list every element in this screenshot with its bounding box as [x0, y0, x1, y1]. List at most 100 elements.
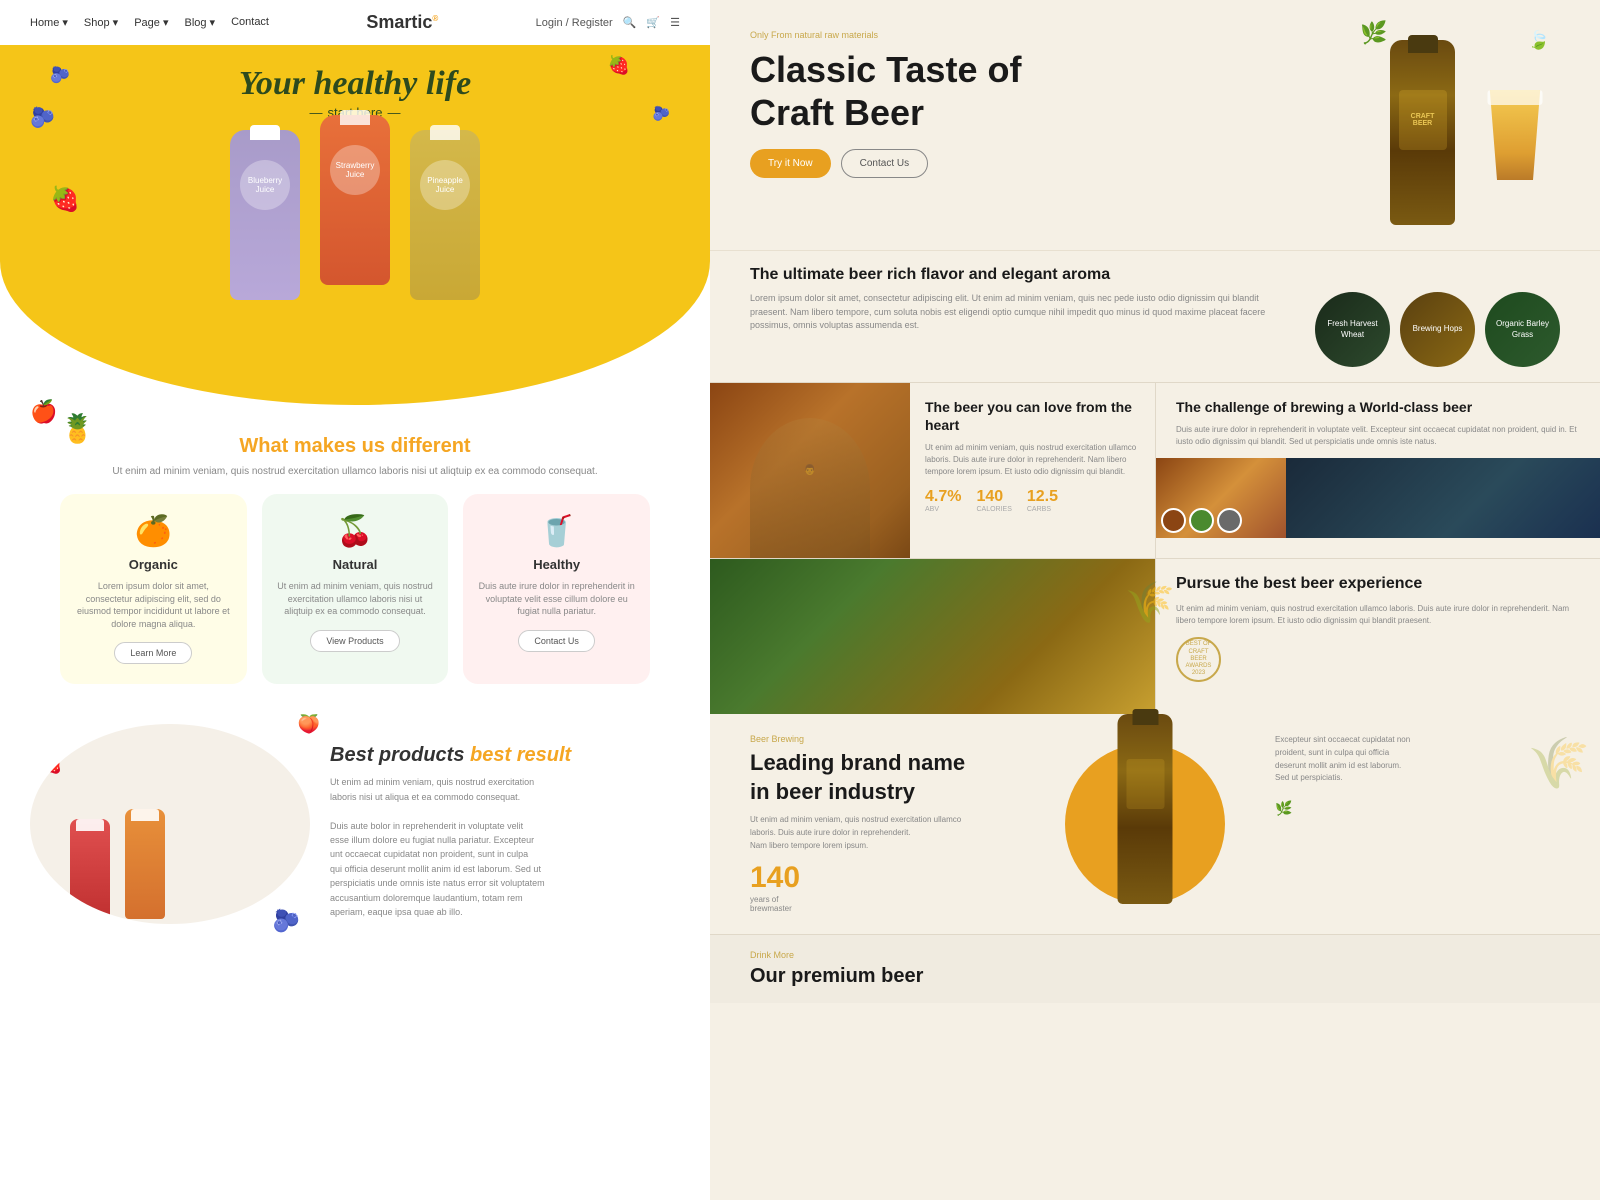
- blueberry-decor3: 🫐: [653, 105, 670, 122]
- leading-section: Beer Brewing Leading brand namein beer i…: [710, 714, 1600, 934]
- premium-label: Drink More: [750, 950, 1560, 960]
- beer-hero: Only From natural raw materials Classic …: [710, 0, 1600, 250]
- leading-stat-label: years of brewmaster: [750, 895, 1035, 913]
- premium-title: Our premium beer: [750, 965, 1560, 988]
- nav-shop[interactable]: Shop ▾: [84, 16, 118, 29]
- strawberry-decor3: 🍓: [40, 754, 62, 775]
- wheat-decor-leading: 🌾: [1528, 734, 1590, 793]
- beer-card-love: 👨 The beer you can love from the heart U…: [710, 382, 1155, 558]
- beer-hero-image: 🌿 🍃 CRAFTBEER: [1340, 30, 1560, 230]
- organic-icon: 🍊: [75, 514, 232, 549]
- beer-top-image: 🌾: [710, 559, 1155, 714]
- hop-decor-2: 🍃: [1528, 30, 1550, 51]
- beer-hero-text: Only From natural raw materials Classic …: [750, 30, 1340, 230]
- healthy-desc: Duis aute irure dolor in reprehenderit i…: [478, 580, 635, 618]
- flavor-text: Lorem ipsum dolor sit amet, consectetur …: [750, 292, 1295, 333]
- login-link[interactable]: Login / Register: [536, 17, 613, 29]
- try-now-button[interactable]: Try it Now: [750, 149, 831, 178]
- nav-page[interactable]: Page ▾: [134, 16, 168, 29]
- fruit-decor-bottom: 🫐: [273, 908, 300, 934]
- stat-abv: 4.7% ABV: [925, 488, 961, 513]
- pursue-badge: BEST OF CRAFT BEER AWARDS 2023: [1176, 637, 1580, 682]
- leading-right-desc: Excepteur sint occaecat cupidatat non pr…: [1275, 734, 1560, 785]
- pineapple-decor: 🍍: [60, 412, 95, 445]
- pursue-text-area: Pursue the best beer experience Ut enim …: [1155, 559, 1600, 714]
- beer-cards-grid: 👨 The beer you can love from the heart U…: [710, 382, 1600, 558]
- right-panel: Only From natural raw materials Classic …: [710, 0, 1600, 1200]
- cart-icon[interactable]: 🛒: [646, 16, 660, 29]
- leading-title: Leading brand namein beer industry: [750, 749, 1035, 806]
- stat-calories: 140 CALORIES: [976, 488, 1011, 513]
- circle-wheat: Fresh Harvest Wheat: [1315, 292, 1390, 367]
- brewing-img-2: [1286, 458, 1600, 538]
- stat-carbs: 12.5 CARBS: [1027, 488, 1058, 513]
- healthy-icon: 🥤: [478, 514, 635, 549]
- nav-blog[interactable]: Blog ▾: [184, 16, 215, 29]
- hero-bottles: BlueberryJuice StrawberryJuice Pineapple…: [0, 130, 710, 300]
- organic-btn[interactable]: Learn More: [114, 642, 192, 664]
- leading-stat: 140: [750, 861, 1035, 895]
- hop-decor-1: 🌿: [1360, 20, 1387, 46]
- card-brewing-title: The challenge of brewing a World-class b…: [1176, 398, 1580, 416]
- fruit-decor-top: 🍑: [298, 714, 320, 735]
- products-title: Best products best result: [330, 744, 680, 767]
- beer-card-brewing: The challenge of brewing a World-class b…: [1155, 382, 1600, 558]
- nav-links[interactable]: Home ▾ Shop ▾ Page ▾ Blog ▾ Contact: [30, 16, 269, 29]
- leading-label: Beer Brewing: [750, 734, 1035, 744]
- feature-cards: 🍊 Organic Lorem ipsum dolor sit amet, co…: [30, 494, 680, 684]
- beer-card-love-image: 👨: [710, 383, 910, 558]
- kiwi-decor: 🥝: [265, 734, 290, 759]
- wheat-right: 🌾: [1125, 579, 1175, 626]
- nav-contact[interactable]: Contact: [231, 16, 269, 29]
- leading-image: [1055, 734, 1235, 914]
- nav-home[interactable]: Home ▾: [30, 16, 68, 29]
- hop-decor-leading: 🌿: [1275, 800, 1560, 817]
- hero-section: Your healthy life start here 🫐 🫐 🍓 🍓 🫐 B…: [0, 45, 710, 405]
- healthy-name: Healthy: [478, 557, 635, 572]
- beer-glass: [1485, 90, 1545, 200]
- circle-barley: Organic Barley Grass: [1485, 292, 1560, 367]
- premium-section: Drink More Our premium beer: [710, 934, 1600, 1003]
- products-desc: Ut enim ad minim veniam, quis nostrud ex…: [330, 775, 680, 919]
- search-icon[interactable]: 🔍: [623, 16, 637, 29]
- flavor-section: The ultimate beer rich flavor and elegan…: [710, 250, 1600, 382]
- leading-text: Beer Brewing Leading brand namein beer i…: [750, 734, 1035, 914]
- nav-bar: Home ▾ Shop ▾ Page ▾ Blog ▾ Contact Smar…: [0, 0, 710, 45]
- products-text: Best products best result Ut enim ad min…: [330, 724, 680, 944]
- natural-icon: 🍒: [277, 514, 434, 549]
- flavor-circles: Fresh Harvest Wheat Brewing Hops Organic…: [1315, 292, 1560, 367]
- flavor-title: The ultimate beer rich flavor and elegan…: [750, 266, 1560, 284]
- feature-natural: 🍒 Natural Ut enim ad minim veniam, quis …: [262, 494, 449, 684]
- natural-btn[interactable]: View Products: [310, 630, 399, 652]
- feature-healthy: 🥤 Healthy Duis aute irure dolor in repre…: [463, 494, 650, 684]
- nav-right[interactable]: Login / Register 🔍 🛒 ☰: [536, 16, 680, 29]
- circle-hops: Brewing Hops: [1400, 292, 1475, 367]
- natural-name: Natural: [277, 557, 434, 572]
- bottle-orange: StrawberryJuice: [320, 115, 390, 285]
- organic-desc: Lorem ipsum dolor sit amet, consectetur …: [75, 580, 232, 630]
- leading-right-text: Excepteur sint occaecat cupidatat non pr…: [1255, 734, 1560, 914]
- left-panel: Home ▾ Shop ▾ Page ▾ Blog ▾ Contact Smar…: [0, 0, 710, 1200]
- brewing-img-1: [1156, 458, 1286, 538]
- contact-us-button[interactable]: Contact Us: [841, 149, 928, 178]
- products-section: 🥝 🍓 🍑 🫐 Best products best result Ut eni…: [0, 704, 710, 964]
- natural-desc: Ut enim ad minim veniam, quis nostrud ex…: [277, 580, 434, 618]
- different-section: What makes us different Ut enim ad minim…: [0, 425, 710, 704]
- beer-card-brewing-text: The challenge of brewing a World-class b…: [1156, 383, 1600, 458]
- beer-hero-buttons: Try it Now Contact Us: [750, 149, 1340, 178]
- card-love-desc: Ut enim ad minim veniam, quis nostrud ex…: [925, 442, 1140, 478]
- beer-hero-label: Only From natural raw materials: [750, 30, 1340, 40]
- brewing-images-row: [1156, 458, 1600, 538]
- blueberry-decor2: 🫐: [30, 105, 55, 130]
- organic-name: Organic: [75, 557, 232, 572]
- menu-icon[interactable]: ☰: [670, 16, 680, 29]
- different-title: What makes us different: [30, 435, 680, 458]
- blueberry-decor: 🫐: [50, 65, 70, 85]
- leading-desc: Ut enim ad minim veniam, quis nostrud ex…: [750, 814, 1035, 852]
- feature-organic: 🍊 Organic Lorem ipsum dolor sit amet, co…: [60, 494, 247, 684]
- apple-decor: 🍎: [30, 399, 57, 425]
- healthy-btn[interactable]: Contact Us: [518, 630, 595, 652]
- strawberry-decor2: 🍓: [608, 55, 630, 76]
- beer-card-love-text: The beer you can love from the heart Ut …: [910, 383, 1155, 558]
- award-badge: BEST OF CRAFT BEER AWARDS 2023: [1176, 637, 1221, 682]
